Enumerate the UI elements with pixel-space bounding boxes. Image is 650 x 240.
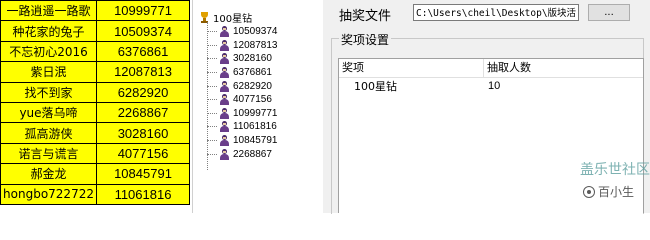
cell-value[interactable]: 4077156 [96,142,190,165]
winner-sheet: 一路逍遥一路歌 10999771 种花家的兔子 10509374 不忘初心2016 6… [0,0,190,213]
table-row[interactable]: hongbo722722 11061816 [0,183,190,205]
table-row[interactable]: yue落乌啼 2268867 [0,101,190,124]
column-header-count[interactable]: 抽取人数 [484,59,643,77]
user-avatar-icon [219,94,230,106]
cell-value[interactable]: 11061816 [96,183,190,205]
cell-name[interactable]: 诺言与谎言 [0,142,97,165]
cell-name[interactable]: 种花家的兔子 [0,20,97,42]
browse-button[interactable]: ... [588,4,630,21]
cell-value[interactable]: 2268867 [96,101,190,124]
tree-children: 10509374 12087813 3028160 6376861 628292… [207,25,278,161]
file-path-input[interactable]: C:\Users\cheil\Desktop\版块活 [413,4,579,21]
file-label: 抽奖文件 [339,9,392,24]
table-row[interactable]: 不忘初心2016 6376861 [0,40,190,63]
user-avatar-icon [219,135,230,147]
user-avatar-icon [219,107,230,119]
tree-item-label: 6282920 [233,80,272,92]
watermark-site: 盖乐世社区 [580,162,650,178]
tree-item[interactable]: 10509374 [207,25,278,39]
user-avatar-icon [219,80,230,92]
author-badge-icon [583,185,595,198]
tree-item-label: 12087813 [233,39,278,51]
user-avatar-icon [219,121,230,133]
tree-item[interactable]: 3028160 [207,52,278,66]
cell-name[interactable]: 孤高游侠 [0,122,97,144]
lottery-config-panel: 抽奖文件 C:\Users\cheil\Desktop\版块活 ... 奖项设置… [323,0,650,214]
prize-count: 10 [488,80,501,92]
prize-name: 100星钻 [354,80,397,93]
tree-root-label: 100星钻 [213,14,253,25]
winner-table: 一路逍遥一路歌 10999771 种花家的兔子 10509374 不忘初心2016 6… [0,0,190,205]
table-row[interactable]: 孤高游侠 3028160 [0,122,190,144]
column-header-prize[interactable]: 奖项 [339,59,484,77]
list-header: 奖项 抽取人数 [339,59,643,78]
tree-item[interactable]: 6282920 [207,79,278,93]
table-row[interactable]: 种花家的兔子 10509374 [0,20,190,42]
tree-item[interactable]: 2268867 [207,147,278,161]
tree-item[interactable]: 4077156 [207,93,278,107]
tree-item-label: 10509374 [233,26,278,38]
tree-item-label: 3028160 [233,53,272,65]
cell-value[interactable]: 3028160 [96,122,190,144]
tree-item-label: 10845791 [233,135,278,147]
cell-name[interactable]: 紫日泯 [0,61,97,83]
list-item[interactable]: 100星钻 10 [339,78,643,95]
cell-name[interactable]: 找不到家 [0,81,97,103]
cell-name[interactable]: yue落乌啼 [0,101,97,124]
tree-item[interactable]: 10845791 [207,134,278,148]
table-row[interactable]: 紫日泯 12087813 [0,61,190,83]
cell-value[interactable]: 10845791 [96,163,190,185]
cell-value[interactable]: 10509374 [96,20,190,42]
trophy-icon [199,11,210,24]
cell-value[interactable]: 10999771 [96,0,190,22]
cell-name[interactable]: hongbo722722 [0,183,97,205]
table-row[interactable]: 郝金龙 10845791 [0,163,190,185]
cell-value[interactable]: 12087813 [96,61,190,83]
tree-item[interactable]: 11061816 [207,120,278,134]
user-avatar-icon [219,26,230,38]
tree-item[interactable]: 10999771 [207,107,278,121]
result-tree[interactable]: 100星钻 10509374 12087813 3028160 6376861 … [192,0,313,213]
user-avatar-icon [219,67,230,79]
tree-item-label: 10999771 [233,107,278,119]
table-row[interactable]: 一路逍遥一路歌 10999771 [0,0,190,22]
tree-item-label: 6376861 [233,67,272,79]
cell-name[interactable]: 不忘初心2016 [0,40,97,63]
cell-value[interactable]: 6282920 [96,81,190,103]
tree-item[interactable]: 12087813 [207,39,278,53]
table-row[interactable]: 诺言与谎言 4077156 [0,142,190,165]
cell-value[interactable]: 6376861 [96,40,190,63]
user-avatar-icon [219,39,230,51]
tree-item-label: 4077156 [233,94,272,106]
tree-item-label: 11061816 [233,121,277,133]
tree-item[interactable]: 6376861 [207,66,278,80]
tree-item-label: 2268867 [233,148,272,160]
watermark-author: 百小生 [583,183,634,200]
watermark-author-name: 百小生 [598,185,635,199]
user-avatar-icon [219,148,230,160]
group-title: 奖项设置 [339,31,392,48]
user-avatar-icon [219,53,230,65]
cell-name[interactable]: 郝金龙 [0,163,97,185]
cell-name[interactable]: 一路逍遥一路歌 [0,0,97,22]
table-row[interactable]: 找不到家 6282920 [0,81,190,103]
